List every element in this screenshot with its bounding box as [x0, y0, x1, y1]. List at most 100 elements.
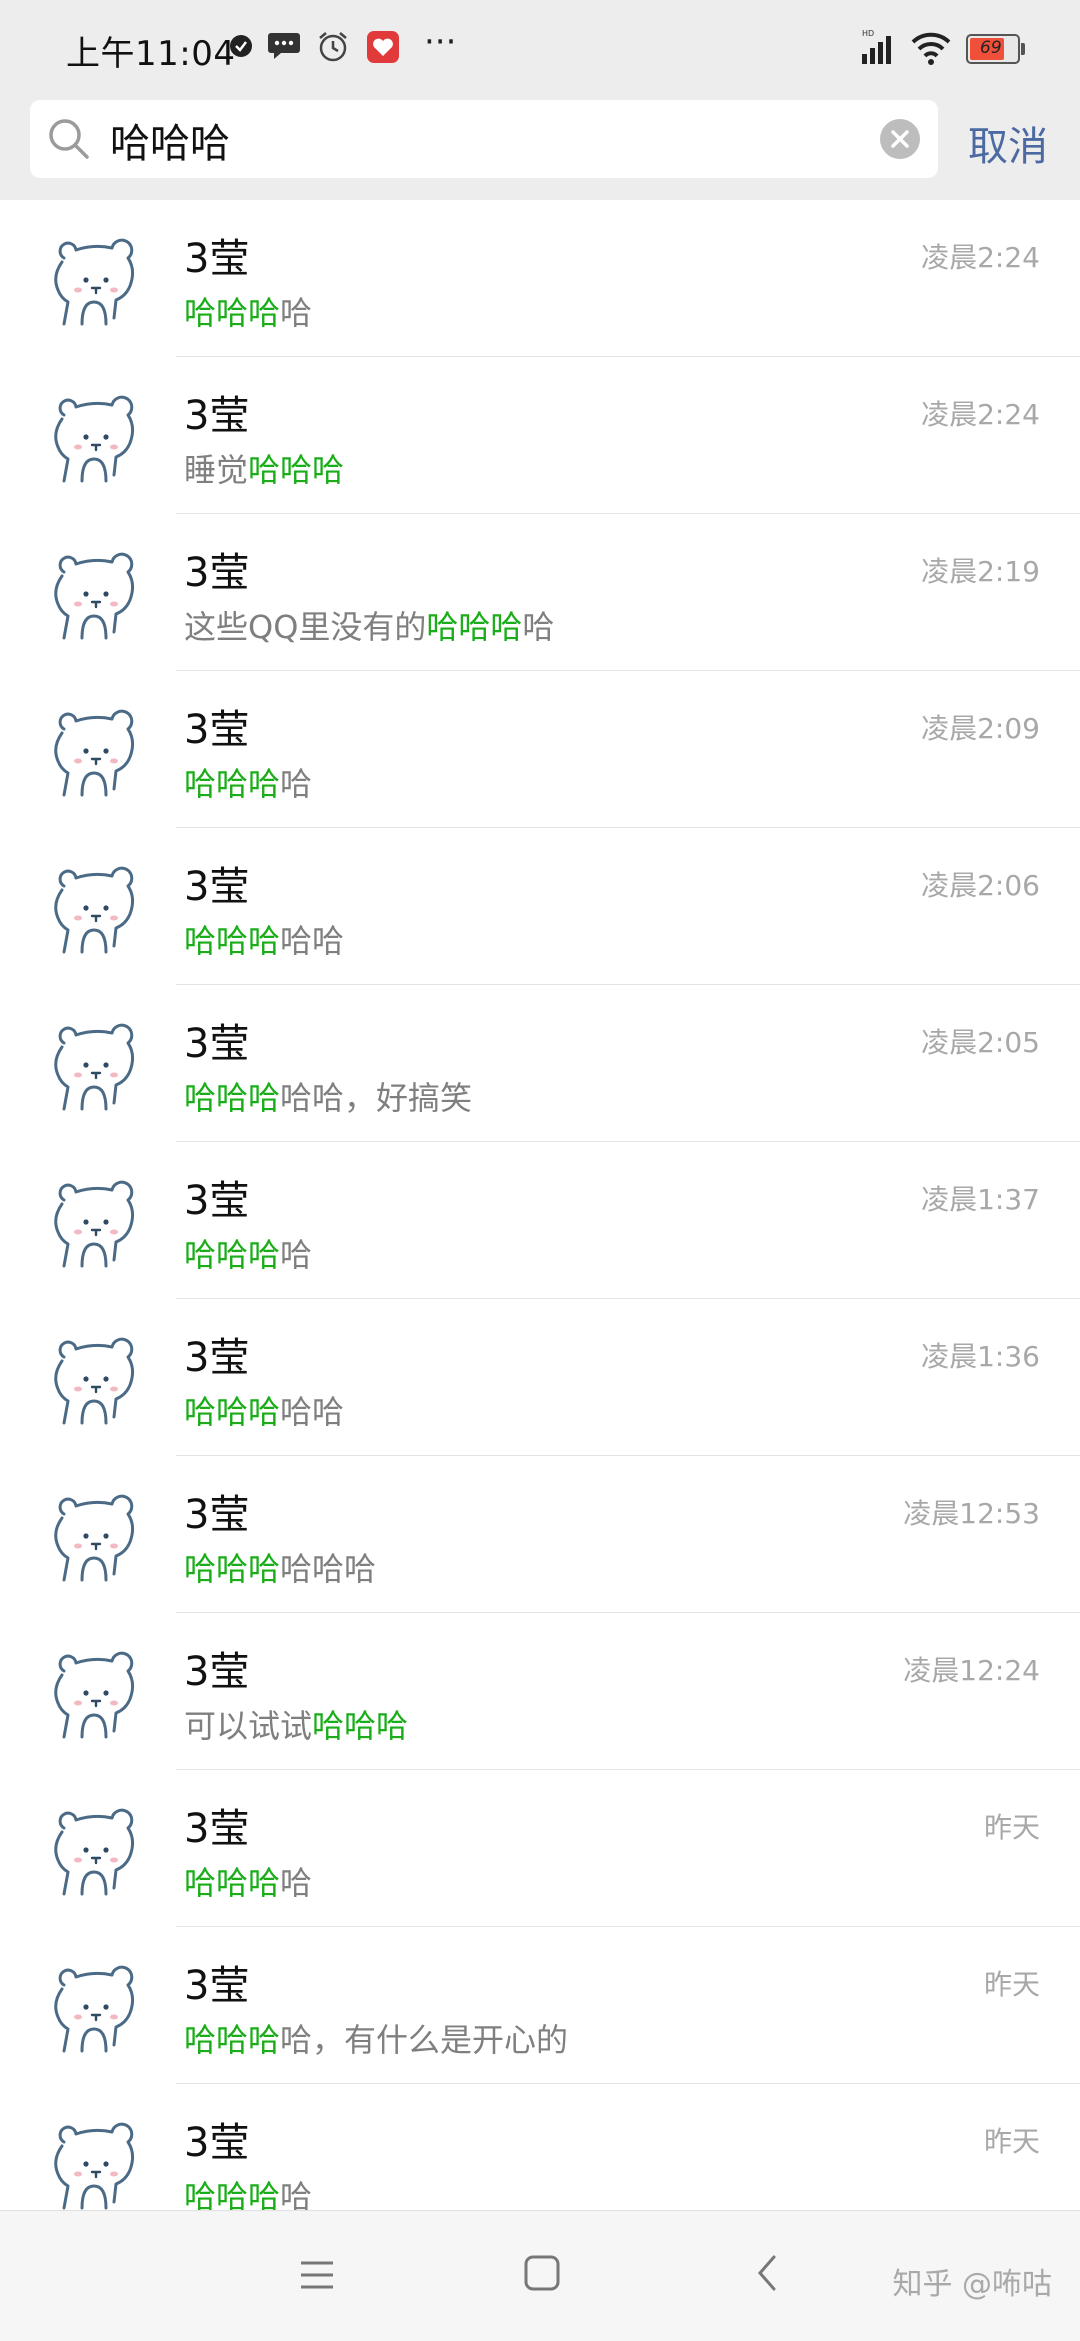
snippet-match: 哈哈哈 [312, 1707, 409, 1745]
clear-search-button[interactable] [880, 119, 920, 159]
snippet-match: 哈哈哈 [184, 1550, 281, 1588]
snippet-suffix: 哈 [280, 294, 313, 332]
menu-icon[interactable] [298, 2255, 336, 2295]
chat-result-row[interactable]: 3莹 凌晨2:19 这些QQ里没有的哈哈哈哈 [0, 514, 1080, 671]
bear-avatar-icon [54, 1494, 135, 1582]
message-snippet: 哈哈哈哈 [184, 1230, 312, 1276]
contact-name: 3莹 [184, 550, 250, 596]
message-time: 凌晨2:19 [921, 555, 1040, 588]
message-snippet: 可以试试哈哈哈 [184, 1701, 408, 1747]
message-snippet: 哈哈哈哈哈，好搞笑 [184, 1073, 472, 1119]
snippet-match: 哈哈哈 [184, 294, 281, 332]
message-time: 凌晨1:36 [921, 1340, 1040, 1373]
snippet-match: 哈哈哈 [184, 1393, 281, 1431]
message-snippet: 哈哈哈哈 [184, 288, 312, 334]
watermark: 知乎 @咘咕 [892, 2267, 1052, 2302]
chat-result-row[interactable]: 3莹 昨天哈哈哈哈 [0, 2084, 1080, 2210]
home-icon[interactable] [522, 2253, 562, 2293]
snippet-suffix: 哈，有什么是开心的 [280, 2021, 569, 2059]
bear-avatar-icon [54, 866, 135, 954]
message-snippet: 哈哈哈哈 [184, 759, 312, 805]
chat-result-row[interactable]: 3莹 凌晨2:09 哈哈哈哈 [0, 671, 1080, 828]
signal-icon: HD [862, 29, 891, 64]
message-snippet: 哈哈哈哈哈 [184, 1387, 344, 1433]
snippet-prefix: 睡觉 [184, 451, 249, 489]
message-time: 昨天 [983, 1811, 1040, 1844]
snippet-suffix: 哈哈 [280, 1393, 345, 1431]
search-input[interactable] [108, 100, 892, 180]
message-snippet: 哈哈哈哈 [184, 2172, 312, 2210]
bear-avatar-icon [54, 395, 135, 483]
message-snippet: 哈哈哈哈哈哈 [184, 1544, 376, 1590]
chat-result-row[interactable]: 3莹 昨天哈哈哈哈 [0, 1770, 1080, 1927]
message-time: 凌晨2:06 [921, 869, 1040, 902]
message-time: 凌晨2:09 [921, 712, 1040, 745]
search-results-list[interactable]: 3莹 凌晨2:24 哈哈哈哈 3莹 凌晨2:24 睡觉哈哈哈 3莹 凌晨2:19 这些QQ里… [0, 200, 1080, 2210]
chat-result-row[interactable]: 3莹 凌晨2:05 哈哈哈哈哈，好搞笑 [0, 985, 1080, 1142]
message-snippet: 哈哈哈哈，有什么是开心的 [184, 2015, 568, 2061]
snippet-suffix: 哈哈，好搞笑 [280, 1079, 473, 1117]
snippet-suffix: 哈 [280, 1864, 313, 1902]
back-icon[interactable] [752, 2253, 782, 2293]
snippet-match: 哈哈哈 [184, 1079, 281, 1117]
bear-avatar-icon [54, 238, 135, 326]
message-snippet: 睡觉哈哈哈 [184, 445, 344, 491]
bear-avatar-icon [54, 1808, 135, 1896]
contact-name: 3莹 [184, 2120, 250, 2166]
snippet-match: 哈哈哈 [184, 922, 281, 960]
contact-name: 3莹 [184, 707, 250, 753]
clear-icon [891, 130, 909, 148]
message-time: 昨天 [983, 2125, 1040, 2158]
snippet-match: 哈哈哈 [248, 451, 345, 489]
message-time: 凌晨12:53 [903, 1497, 1040, 1530]
message-time: 凌晨2:05 [921, 1026, 1040, 1059]
more-notifications-icon: ··· [424, 22, 457, 62]
svg-text:HD: HD [862, 29, 874, 38]
bear-avatar-icon [54, 1180, 135, 1268]
snippet-suffix: 哈哈哈 [280, 1550, 377, 1588]
chat-result-row[interactable]: 3莹 凌晨2:24 哈哈哈哈 [0, 200, 1080, 357]
contact-name: 3莹 [184, 1649, 250, 1695]
alarm-dot-icon [230, 35, 252, 57]
battery-icon: 69 [966, 34, 1025, 64]
contact-name: 3莹 [184, 1492, 250, 1538]
bear-avatar-icon [54, 1023, 135, 1111]
message-time: 凌晨12:24 [903, 1654, 1040, 1687]
message-time: 凌晨2:24 [921, 398, 1040, 431]
search-box[interactable] [30, 100, 938, 180]
bear-avatar-icon [54, 552, 135, 640]
bear-avatar-icon [54, 1651, 135, 1739]
chat-result-row[interactable]: 3莹 凌晨12:24 可以试试哈哈哈 [0, 1613, 1080, 1770]
snippet-match: 哈哈哈 [184, 1864, 281, 1902]
contact-name: 3莹 [184, 1806, 250, 1852]
bear-avatar-icon [54, 1965, 135, 2053]
chat-result-row[interactable]: 3莹 昨天哈哈哈哈，有什么是开心的 [0, 1927, 1080, 2084]
chat-result-row[interactable]: 3莹 凌晨2:06 哈哈哈哈哈 [0, 828, 1080, 985]
status-time: 上午11:04 [66, 34, 236, 74]
alarm-clock-icon [319, 32, 347, 62]
contact-name: 3莹 [184, 864, 250, 910]
snippet-match: 哈哈哈 [184, 2178, 281, 2210]
snippet-suffix: 哈 [280, 2178, 313, 2210]
contact-name: 3莹 [184, 393, 250, 439]
snippet-prefix: 这些QQ里没有的 [184, 608, 427, 646]
snippet-suffix: 哈 [280, 1236, 313, 1274]
cancel-button[interactable]: 取消 [968, 114, 1048, 172]
app-notification-icon [367, 31, 399, 63]
snippet-match: 哈哈哈 [184, 2021, 281, 2059]
chat-result-row[interactable]: 3莹 凌晨2:24 睡觉哈哈哈 [0, 357, 1080, 514]
contact-name: 3莹 [184, 1963, 250, 2009]
bear-avatar-icon [54, 2122, 135, 2210]
search-icon [49, 119, 89, 159]
message-time: 凌晨2:24 [921, 241, 1040, 274]
bear-avatar-icon [54, 1337, 135, 1425]
message-time: 昨天 [983, 1968, 1040, 2001]
battery-level: 69 [980, 38, 1002, 58]
chat-result-row[interactable]: 3莹 凌晨1:36 哈哈哈哈哈 [0, 1299, 1080, 1456]
wifi-icon [911, 32, 951, 65]
snippet-match: 哈哈哈 [184, 765, 281, 803]
contact-name: 3莹 [184, 1021, 250, 1067]
chat-result-row[interactable]: 3莹 凌晨12:53 哈哈哈哈哈哈 [0, 1456, 1080, 1613]
chat-result-row[interactable]: 3莹 凌晨1:37 哈哈哈哈 [0, 1142, 1080, 1299]
snippet-match: 哈哈哈 [426, 608, 523, 646]
